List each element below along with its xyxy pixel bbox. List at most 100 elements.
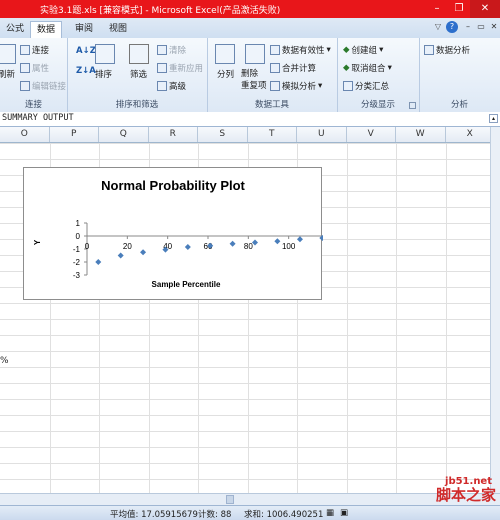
connections-icon [20, 45, 30, 55]
group-label-connections: 连接 [24, 100, 42, 110]
refresh-icon[interactable] [0, 44, 16, 64]
x-tick-label: 0 [85, 242, 90, 251]
advanced-icon [157, 81, 167, 91]
remove-duplicates-icon[interactable] [245, 44, 265, 64]
data-point [296, 236, 303, 243]
group-sort-filter: A↓Z Z↓A 排序 筛选 清除 重新应用 高级 排序和筛选 [67, 38, 208, 112]
formula-bar[interactable]: SUMMARY OUTPUT ▴ [0, 112, 500, 127]
y-tick-label: -2 [73, 258, 81, 267]
doc-restore-icon[interactable]: ▭ [475, 21, 487, 33]
window-title: 实验3.1题.xls [兼容模式] - Microsoft Excel(产品激活… [40, 6, 281, 16]
group-label-outline: 分级显示 [360, 100, 395, 110]
group-connections: 刷新 连接 属性 编辑链接 连接 [0, 38, 68, 112]
doc-close-icon[interactable]: ✕ [488, 21, 500, 33]
consolidate-button[interactable]: 合并计算 [270, 62, 316, 74]
chevron-down-icon: ▾ [318, 81, 323, 91]
column-header-r[interactable]: R [149, 127, 198, 142]
column-header-o[interactable]: O [0, 127, 50, 142]
data-validation-button[interactable]: 数据有效性 ▾ [270, 44, 331, 56]
clear-icon [157, 45, 167, 55]
what-if-icon [270, 81, 280, 91]
normal-view-icon[interactable]: ▦ [326, 508, 334, 518]
close-icon[interactable]: ✕ [470, 0, 500, 18]
data-analysis-button[interactable]: 数据分析 [424, 44, 470, 56]
grid-line [346, 143, 348, 493]
normal-probability-chart[interactable]: Normal Probability Plot10-1-2-3020406080… [23, 167, 323, 300]
edit-links-button[interactable]: 编辑链接 [20, 80, 66, 92]
minimize-icon[interactable]: – [426, 0, 448, 18]
chart-title: Normal Probability Plot [101, 178, 245, 193]
properties-button[interactable]: 属性 [20, 62, 49, 74]
refresh-all-button[interactable]: 刷新 [0, 68, 15, 80]
outline-launcher-icon[interactable] [409, 102, 416, 109]
column-header-s[interactable]: S [198, 127, 248, 142]
text-to-columns-icon[interactable] [215, 44, 235, 64]
doc-minimize-icon[interactable]: – [462, 21, 474, 33]
consolidate-icon [270, 63, 280, 73]
group-analysis: 数据分析 分析 [419, 38, 500, 112]
data-analysis-icon [424, 45, 434, 55]
y-tick-label: -1 [73, 245, 81, 254]
formula-bar-expand-icon[interactable]: ▴ [489, 114, 498, 123]
filter-button[interactable]: 筛选 [130, 68, 147, 80]
restore-icon[interactable]: ❐ [448, 0, 470, 18]
remove-duplicates-button[interactable]: 删除 重复项 [241, 68, 267, 92]
help-icon[interactable]: ? [446, 21, 458, 33]
title-bar: 实验3.1题.xls [兼容模式] - Microsoft Excel(产品激活… [0, 0, 500, 18]
formula-bar-value[interactable]: SUMMARY OUTPUT [2, 113, 74, 123]
group-label-analysis: 分析 [450, 100, 468, 110]
clear-button[interactable]: 清除 [157, 44, 186, 56]
scrollbar-thumb[interactable] [226, 495, 234, 504]
window-controls: – ❐ ✕ [426, 0, 500, 18]
what-if-button[interactable]: 模拟分析 ▾ [270, 80, 322, 92]
properties-icon [20, 63, 30, 73]
subtotal-button[interactable]: 分类汇总 [343, 80, 389, 92]
column-header-x[interactable]: X [446, 127, 495, 142]
status-bar: 平均值: 17.05915679 计数: 88 求和: 1006.490251 … [0, 505, 500, 520]
ribbon-collapse-icon[interactable]: ▽ [432, 21, 444, 33]
column-header-u[interactable]: U [297, 127, 347, 142]
chart-svg: Normal Probability Plot10-1-2-3020406080… [33, 178, 323, 289]
ungroup-button[interactable]: ◆ 取消组合 ▾ [343, 62, 392, 74]
sort-button[interactable]: 排序 [95, 68, 112, 80]
y-tick-label: 0 [76, 232, 81, 241]
column-header-p[interactable]: P [50, 127, 99, 142]
x-axis-label: Sample Percentile [152, 280, 221, 289]
column-header-v[interactable]: V [347, 127, 396, 142]
column-header-q[interactable]: Q [99, 127, 149, 142]
data-point [140, 249, 147, 256]
sort-icon[interactable] [95, 44, 115, 64]
group-data-tools: 分列 删除 重复项 数据有效性 ▾ 合并计算 模拟分析 ▾ 数据工具 [207, 38, 338, 112]
vertical-scrollbar[interactable] [490, 127, 500, 493]
column-header-w[interactable]: W [396, 127, 446, 142]
grid-line [445, 143, 447, 493]
reapply-button[interactable]: 重新应用 [157, 62, 203, 74]
connections-button[interactable]: 连接 [20, 44, 49, 56]
status-average: 平均值: 17.05915679 [110, 510, 198, 520]
column-headers: OPQRSTUVWX [0, 127, 495, 143]
page-layout-icon[interactable]: ▣ [340, 508, 348, 518]
chevron-down-icon: ▾ [387, 63, 392, 73]
group-button[interactable]: ◆ 创建组 ▾ [343, 44, 383, 56]
tab-formulas[interactable]: 公式 [0, 21, 30, 38]
advanced-button[interactable]: 高级 [157, 80, 186, 92]
status-count: 计数: 88 [198, 510, 232, 520]
tab-data[interactable]: 数据 [30, 21, 63, 39]
y-tick-label: -3 [73, 271, 81, 280]
ribbon-tabs: 公式 数据 审阅 视图 ▽ ? – ▭ ✕ [0, 18, 500, 39]
tab-view[interactable]: 视图 [103, 21, 133, 38]
cell-fragment: % [0, 356, 9, 366]
reapply-icon [157, 63, 167, 73]
ungroup-icon: ◆ [343, 63, 350, 73]
data-point [184, 244, 191, 251]
filter-icon[interactable] [129, 44, 149, 64]
text-to-columns-button[interactable]: 分列 [217, 68, 234, 80]
tab-review[interactable]: 审阅 [69, 21, 99, 38]
sort-az-button[interactable]: A↓Z [76, 46, 96, 56]
grid-line [396, 143, 397, 493]
column-header-t[interactable]: T [248, 127, 297, 142]
x-tick-label: 80 [244, 242, 253, 251]
group-icon: ◆ [343, 45, 350, 55]
y-tick-label: 1 [76, 219, 81, 228]
sort-za-button[interactable]: Z↓A [76, 66, 96, 76]
